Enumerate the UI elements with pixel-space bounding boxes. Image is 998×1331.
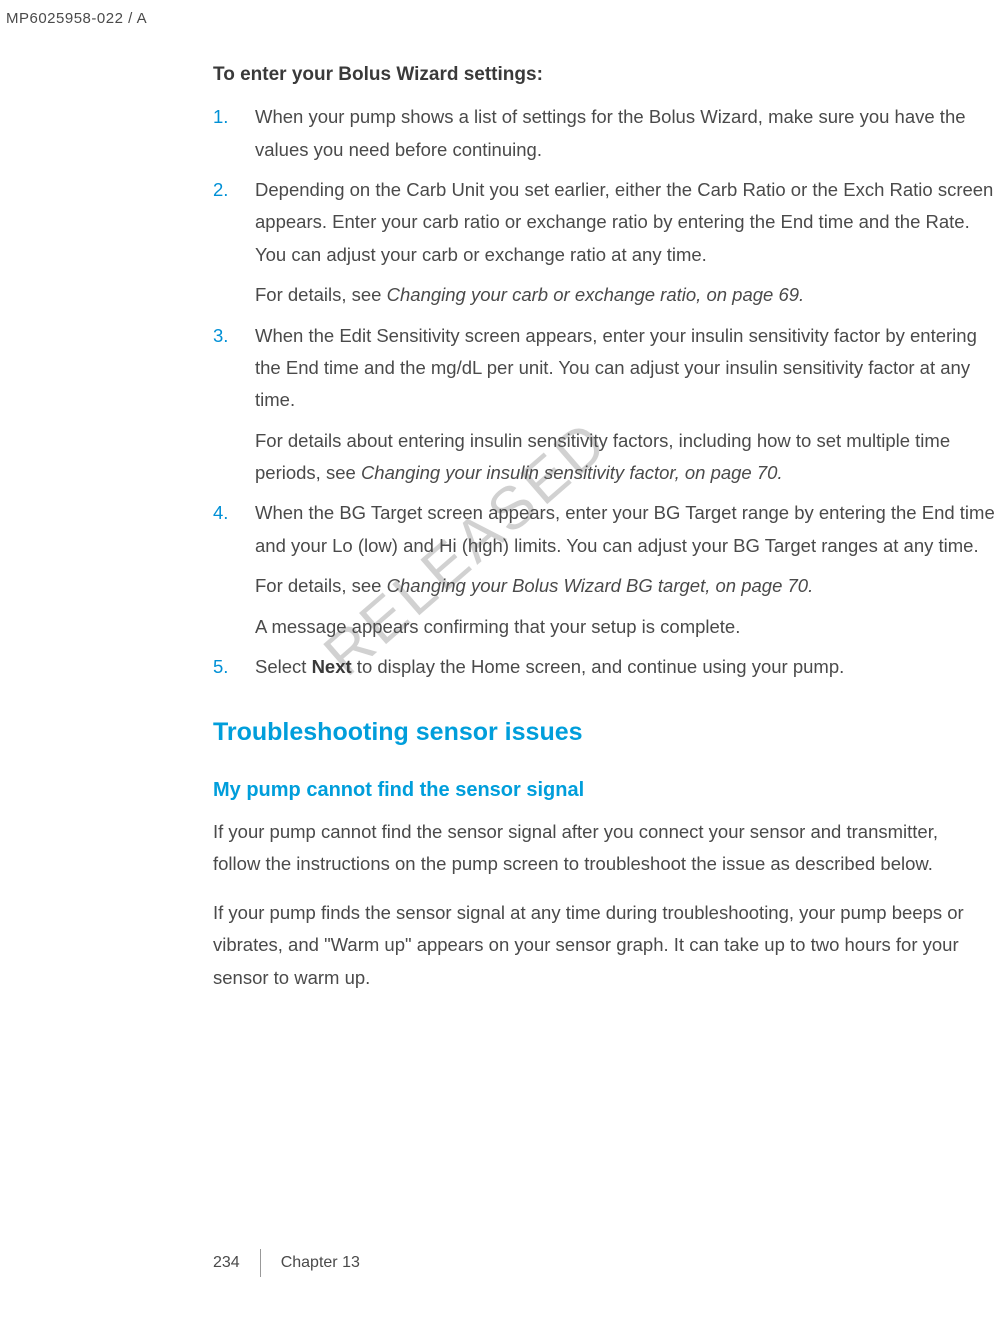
- section-heading: Troubleshooting sensor issues: [213, 711, 998, 755]
- step-post: to display the Home screen, and continue…: [352, 656, 845, 677]
- page-content: To enter your Bolus Wizard settings: 1. …: [0, 0, 998, 994]
- step-2: 2. Depending on the Carb Unit you set ea…: [213, 174, 998, 312]
- step-reference: For details about entering insulin sensi…: [255, 425, 998, 490]
- body-paragraph: If your pump cannot find the sensor sign…: [213, 816, 998, 881]
- footer-divider: [260, 1249, 261, 1277]
- step-pre: Select: [255, 656, 312, 677]
- document-id: MP6025958-022 / A: [6, 6, 147, 32]
- steps-list: 1. When your pump shows a list of settin…: [213, 101, 998, 683]
- page-number: 234: [213, 1249, 260, 1277]
- step-reference: For details, see Changing your Bolus Wiz…: [255, 570, 998, 602]
- step-number: 1.: [213, 101, 228, 133]
- step-reference: For details, see Changing your carb or e…: [255, 279, 998, 311]
- step-number: 3.: [213, 320, 228, 352]
- ref-title: Changing your insulin sensitivity factor…: [361, 462, 783, 483]
- ref-lead: For details, see: [255, 284, 387, 305]
- ref-lead: For details, see: [255, 575, 387, 596]
- subsection-heading: My pump cannot find the sensor signal: [213, 773, 998, 808]
- step-number: 2.: [213, 174, 228, 206]
- page-footer: 234 Chapter 13: [213, 1249, 360, 1277]
- step-extra: A message appears confirming that your s…: [255, 611, 998, 643]
- step-text: Select Next to display the Home screen, …: [255, 651, 998, 683]
- step-4: 4. When the BG Target screen appears, en…: [213, 497, 998, 643]
- ref-title: Changing your Bolus Wizard BG target, on…: [387, 575, 814, 596]
- step-text: When the Edit Sensitivity screen appears…: [255, 320, 998, 417]
- step-number: 5.: [213, 651, 228, 683]
- ref-title: Changing your carb or exchange ratio, on…: [387, 284, 805, 305]
- chapter-label: Chapter 13: [281, 1249, 360, 1277]
- step-number: 4.: [213, 497, 228, 529]
- step-1: 1. When your pump shows a list of settin…: [213, 101, 998, 166]
- step-bold: Next: [312, 656, 352, 677]
- intro-heading: To enter your Bolus Wizard settings:: [213, 58, 998, 91]
- body-paragraph: If your pump finds the sensor signal at …: [213, 897, 998, 994]
- step-text: When your pump shows a list of settings …: [255, 101, 998, 166]
- step-5: 5. Select Next to display the Home scree…: [213, 651, 998, 683]
- step-text: Depending on the Carb Unit you set earli…: [255, 174, 998, 271]
- step-text: When the BG Target screen appears, enter…: [255, 497, 998, 562]
- step-3: 3. When the Edit Sensitivity screen appe…: [213, 320, 998, 490]
